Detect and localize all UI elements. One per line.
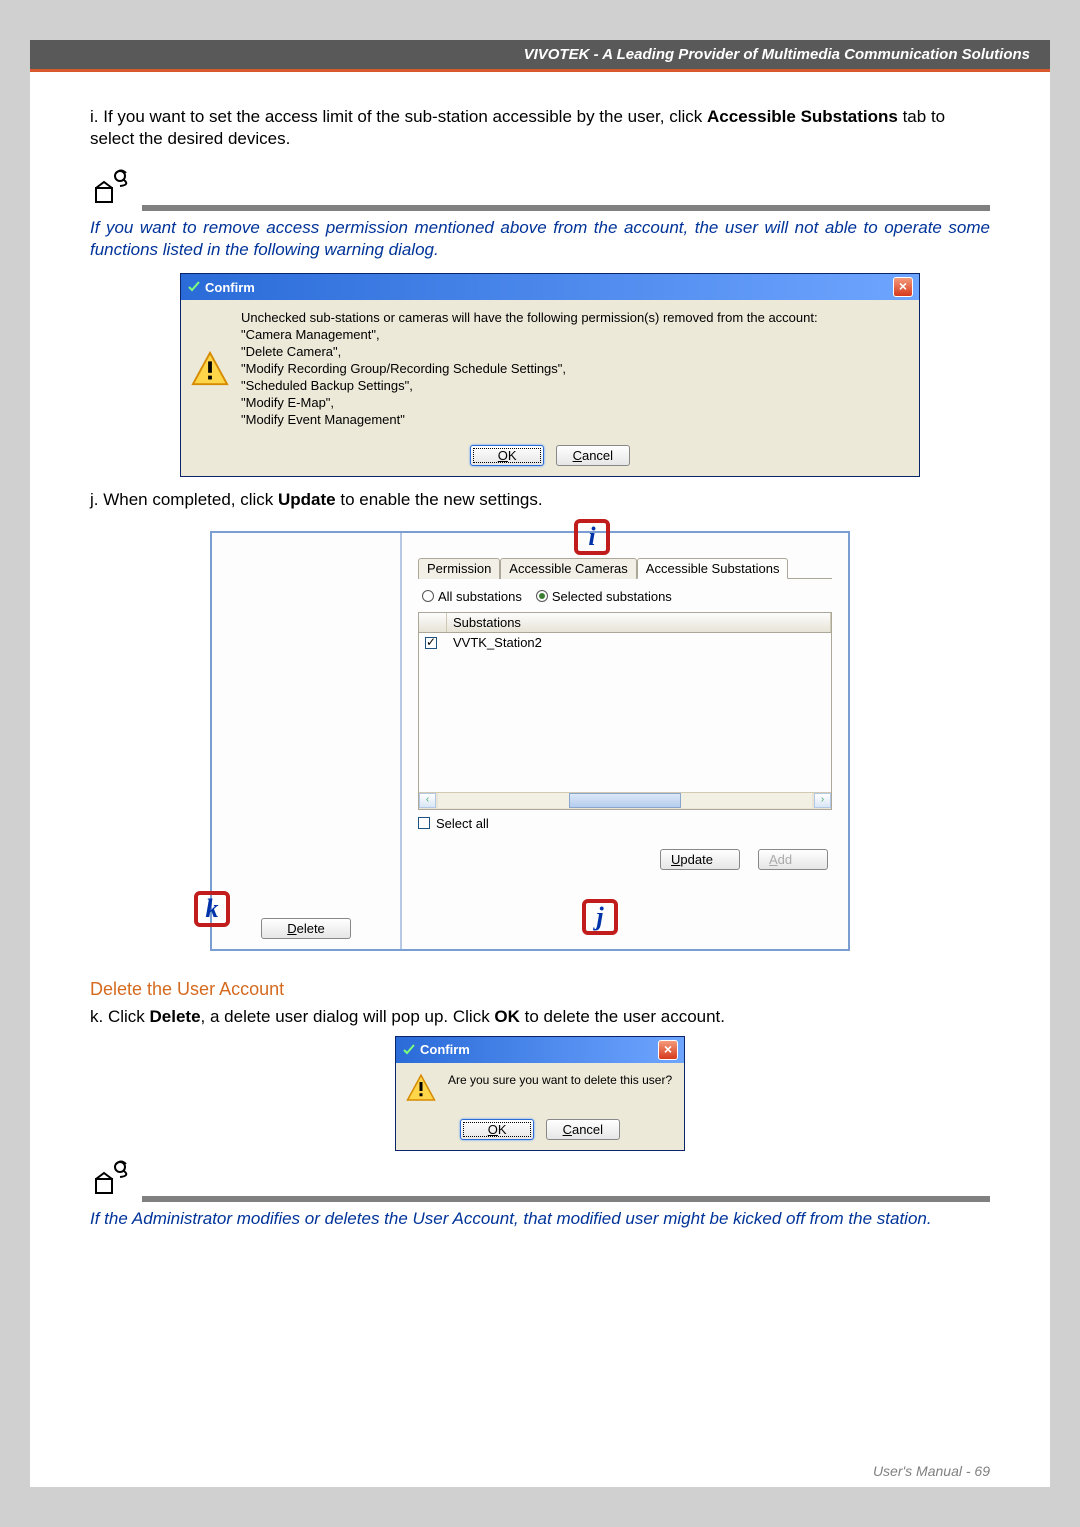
row-checkbox[interactable]	[425, 637, 437, 649]
dialog-check-icon	[402, 1043, 416, 1057]
close-icon[interactable]: ×	[893, 277, 913, 297]
radio-group: All substations Selected substations	[422, 589, 832, 604]
msg-line: "Modify E-Map",	[241, 395, 818, 412]
dialog-body: Are you sure you want to delete this use…	[396, 1063, 684, 1113]
note-icon	[90, 1159, 134, 1199]
panel-right: Permission Accessible Cameras Accessible…	[402, 533, 848, 949]
cancel-button[interactable]: Cancel	[546, 1119, 620, 1140]
update-button[interactable]: Update	[660, 849, 740, 870]
dialog-titlebar[interactable]: Confirm ×	[181, 274, 919, 300]
substations-panel: i j k Delete Permission Accessible Camer…	[210, 531, 850, 951]
ok-button[interactable]: OK	[470, 445, 544, 466]
header-title: VIVOTEK - A Leading Provider of Multimed…	[524, 46, 1030, 63]
select-all-label: Select all	[436, 816, 489, 831]
warning-icon	[191, 350, 229, 388]
msg-line: Unchecked sub-stations or cameras will h…	[241, 310, 818, 327]
dialog-buttons: OK Cancel	[181, 439, 919, 476]
step-j-suffix: to enable the new settings.	[336, 490, 543, 509]
radio-selected-substations[interactable]: Selected substations	[536, 589, 672, 604]
panel-left: Delete	[212, 533, 402, 949]
scroll-right-icon[interactable]: ›	[814, 793, 831, 808]
msg-line: "Camera Management",	[241, 327, 818, 344]
dialog-body: Unchecked sub-stations or cameras will h…	[181, 300, 919, 438]
note-icon	[90, 168, 134, 208]
confirm-dialog-2: Confirm × Are you sure you want to delet…	[395, 1036, 685, 1151]
add-button[interactable]: Add	[758, 849, 828, 870]
panel-buttons: Update Add	[418, 849, 832, 870]
select-all-row[interactable]: Select all	[418, 816, 832, 831]
page-header: VIVOTEK - A Leading Provider of Multimed…	[30, 40, 1050, 69]
step-j-text: j. When completed, click Update to enabl…	[90, 489, 990, 511]
msg-line: "Scheduled Backup Settings",	[241, 378, 818, 395]
tab-accessible-substations[interactable]: Accessible Substations	[637, 558, 789, 579]
note-2-text: If the Administrator modifies or deletes…	[90, 1208, 990, 1230]
scroll-thumb[interactable]	[569, 793, 681, 808]
radio-all-label: All substations	[438, 589, 522, 604]
dialog-titlebar[interactable]: Confirm ×	[396, 1037, 684, 1063]
step-k-bold2: OK	[494, 1007, 520, 1026]
note-rule	[142, 1196, 990, 1202]
select-all-checkbox[interactable]	[418, 817, 430, 829]
dialog-buttons: OK Cancel	[396, 1113, 684, 1150]
page-content: i. If you want to set the access limit o…	[30, 72, 1050, 1246]
dialog-title-text: Confirm	[205, 280, 255, 295]
document-page: VIVOTEK - A Leading Provider of Multimed…	[30, 40, 1050, 1487]
note-1-text: If you want to remove access permission …	[90, 217, 990, 261]
ok-button[interactable]: OK	[460, 1119, 534, 1140]
th-substations: Substations	[447, 613, 831, 632]
dialog-check-icon	[187, 280, 201, 294]
tab-accessible-cameras[interactable]: Accessible Cameras	[500, 558, 637, 579]
dialog-message: Unchecked sub-stations or cameras will h…	[241, 310, 818, 428]
marker-i: i	[574, 519, 610, 555]
note-rule	[142, 205, 990, 211]
step-j-prefix: j. When completed, click	[90, 490, 278, 509]
tabs: Permission Accessible Cameras Accessible…	[418, 557, 832, 579]
radio-all-substations[interactable]: All substations	[422, 589, 522, 604]
msg-line: "Delete Camera",	[241, 344, 818, 361]
note-block-1: If you want to remove access permission …	[90, 168, 990, 261]
dialog-message: Are you sure you want to delete this use…	[448, 1073, 672, 1103]
note-block-2: If the Administrator modifies or deletes…	[90, 1159, 990, 1230]
section-delete-heading: Delete the User Account	[90, 979, 990, 1000]
marker-k: k	[194, 891, 230, 927]
scroll-left-icon[interactable]: ‹	[419, 793, 436, 808]
step-j-bold: Update	[278, 490, 336, 509]
tab-permission[interactable]: Permission	[418, 558, 500, 579]
step-k-suffix: to delete the user account.	[520, 1007, 725, 1026]
row-label: VVTK_Station2	[447, 633, 548, 652]
table-header: Substations	[419, 613, 831, 633]
msg-line: "Modify Event Management"	[241, 412, 818, 429]
step-k-prefix: k. Click	[90, 1007, 150, 1026]
substations-table: Substations VVTK_Station2 ‹ ›	[418, 612, 832, 810]
page-footer: User's Manual - 69	[873, 1463, 990, 1479]
radio-selected-label: Selected substations	[552, 589, 672, 604]
table-row[interactable]: VVTK_Station2	[419, 633, 831, 652]
step-i-prefix: i. If you want to set the access limit o…	[90, 107, 707, 126]
step-i-bold: Accessible Substations	[707, 107, 898, 126]
close-icon[interactable]: ×	[658, 1040, 678, 1060]
confirm-dialog-1: Confirm × Unchecked sub-stations or came…	[180, 273, 920, 476]
delete-button[interactable]: Delete	[261, 918, 351, 939]
step-k-text: k. Click Delete, a delete user dialog wi…	[90, 1006, 990, 1028]
horizontal-scrollbar[interactable]: ‹ ›	[419, 792, 831, 809]
cancel-button[interactable]: Cancel	[556, 445, 630, 466]
warning-icon	[406, 1073, 436, 1103]
msg-line: "Modify Recording Group/Recording Schedu…	[241, 361, 818, 378]
step-i-text: i. If you want to set the access limit o…	[90, 106, 990, 150]
dialog-title-text: Confirm	[420, 1042, 470, 1057]
step-k-bold1: Delete	[150, 1007, 201, 1026]
marker-j: j	[582, 899, 618, 935]
step-k-mid: , a delete user dialog will pop up. Clic…	[201, 1007, 495, 1026]
